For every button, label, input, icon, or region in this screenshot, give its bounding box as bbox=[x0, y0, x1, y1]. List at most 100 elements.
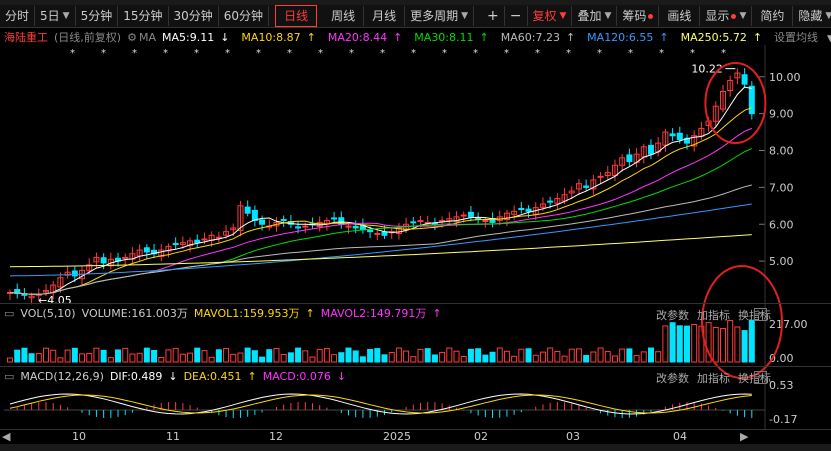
candle bbox=[676, 132, 683, 140]
scroll-left-icon[interactable]: ◀ bbox=[2, 430, 10, 443]
volume-bar bbox=[460, 355, 467, 363]
mavol1-value: MAVOL1:159.953万 ↑ bbox=[193, 307, 315, 320]
x-tick-label: 04 bbox=[673, 430, 687, 443]
volume-bar bbox=[338, 352, 345, 363]
candle bbox=[741, 74, 748, 85]
x-tick-label: 10 bbox=[72, 430, 86, 443]
volume-bar bbox=[43, 347, 50, 363]
volume-bar bbox=[237, 352, 244, 363]
mavol2-value: MAVOL2:149.791万 ↑ bbox=[320, 307, 442, 320]
event-marker-icon: * bbox=[101, 48, 106, 59]
volume-bar bbox=[590, 351, 597, 363]
y-tick-label: 8.00 bbox=[769, 145, 794, 158]
candle bbox=[302, 225, 309, 228]
volume-bar bbox=[179, 353, 186, 363]
candle bbox=[417, 220, 424, 223]
dif-value: DIF:0.489 ↓ bbox=[109, 369, 178, 383]
volume-bar bbox=[431, 354, 438, 363]
volume-bar bbox=[244, 347, 251, 363]
volume-bar bbox=[532, 354, 539, 363]
volume-bar bbox=[676, 325, 683, 363]
y-tick-label: 5.00 bbox=[769, 255, 794, 268]
volume-bar bbox=[165, 349, 172, 363]
volume-bar bbox=[539, 351, 546, 363]
close-icon[interactable]: × bbox=[754, 371, 767, 384]
macd-menu-icon[interactable]: ▭ bbox=[4, 370, 14, 383]
volume-bar bbox=[172, 347, 179, 363]
panel-divider bbox=[0, 366, 831, 367]
volume-bar bbox=[439, 351, 446, 363]
event-marker-icon: * bbox=[225, 48, 230, 59]
candle bbox=[215, 236, 222, 239]
volume-bar bbox=[302, 350, 309, 363]
candle bbox=[381, 231, 388, 236]
volume-bar bbox=[388, 352, 395, 363]
volume-bar bbox=[611, 355, 618, 363]
volume-bar bbox=[712, 326, 719, 363]
vol-add-indicator-button[interactable]: 加指标 bbox=[697, 307, 730, 323]
macd-indicator-title: MACD(12,26,9) bbox=[20, 369, 104, 383]
candle bbox=[367, 229, 374, 233]
event-marker-icon: * bbox=[287, 48, 292, 59]
event-marker-icon: * bbox=[411, 48, 416, 59]
volume-bar bbox=[381, 354, 388, 363]
volume-bar bbox=[115, 349, 122, 363]
volume-bar bbox=[727, 319, 734, 363]
volume-bar bbox=[503, 350, 510, 363]
candle bbox=[21, 293, 28, 296]
volume-indicator-title: VOL(5,10) bbox=[20, 306, 76, 320]
x-tick-label: 12 bbox=[269, 430, 283, 443]
dif-line bbox=[9, 393, 752, 415]
macd-value: MACD:0.076 ↓ bbox=[262, 369, 347, 383]
volume-bar bbox=[309, 356, 316, 363]
candle bbox=[748, 85, 755, 115]
scroll-right-icon[interactable]: ▶ bbox=[740, 430, 748, 443]
volume-bar bbox=[151, 349, 158, 363]
volume-bar bbox=[35, 353, 42, 363]
volume-bar bbox=[187, 352, 194, 363]
volume-bar bbox=[50, 349, 57, 363]
x-tick-label: 2025 bbox=[383, 430, 411, 443]
candle bbox=[518, 207, 525, 210]
vol-params-button[interactable]: 改参数 bbox=[656, 307, 689, 323]
event-marker-icon: * bbox=[349, 48, 354, 59]
time-axis: ◀ 10 11 12 2025 02 03 04 ▶ bbox=[0, 430, 831, 444]
event-marker-icon: * bbox=[659, 48, 664, 59]
volume-bar bbox=[129, 353, 136, 363]
volume-bar bbox=[208, 356, 215, 363]
volume-bar bbox=[719, 328, 726, 363]
close-icon[interactable]: × bbox=[754, 308, 767, 321]
volume-bar bbox=[547, 347, 554, 363]
ma10-line bbox=[9, 107, 752, 295]
macd-add-indicator-button[interactable]: 加指标 bbox=[697, 370, 730, 386]
volume-bar bbox=[223, 347, 230, 363]
volume-menu-icon[interactable]: ▭ bbox=[4, 307, 14, 320]
volume-bar bbox=[496, 347, 503, 363]
candle bbox=[259, 219, 266, 225]
event-marker-icon: * bbox=[442, 48, 447, 59]
y-tick-label: 9.00 bbox=[769, 108, 794, 121]
volume-bar bbox=[691, 323, 698, 363]
volume-bar bbox=[345, 347, 352, 363]
volume-bar bbox=[21, 347, 28, 363]
candle bbox=[331, 217, 338, 220]
candle bbox=[547, 200, 554, 203]
volume-bar bbox=[86, 352, 93, 363]
volume-bar bbox=[604, 351, 611, 363]
volume-bar bbox=[403, 350, 410, 363]
volume-bar bbox=[417, 348, 424, 363]
volume-bar bbox=[367, 348, 374, 363]
volume-bar bbox=[748, 319, 755, 363]
volume-bar bbox=[122, 347, 129, 363]
candle bbox=[201, 238, 208, 241]
volume-bar bbox=[374, 348, 381, 363]
event-marker-icon: * bbox=[504, 48, 509, 59]
event-marker-icon: * bbox=[721, 48, 726, 59]
volume-bar bbox=[424, 348, 431, 363]
x-tick-label: 11 bbox=[166, 430, 180, 443]
macd-params-button[interactable]: 改参数 bbox=[656, 370, 689, 386]
volume-bar bbox=[482, 354, 489, 363]
event-marker-icon: * bbox=[628, 48, 633, 59]
volume-value: VOLUME:161.003万 bbox=[81, 307, 188, 320]
candle bbox=[172, 242, 179, 246]
